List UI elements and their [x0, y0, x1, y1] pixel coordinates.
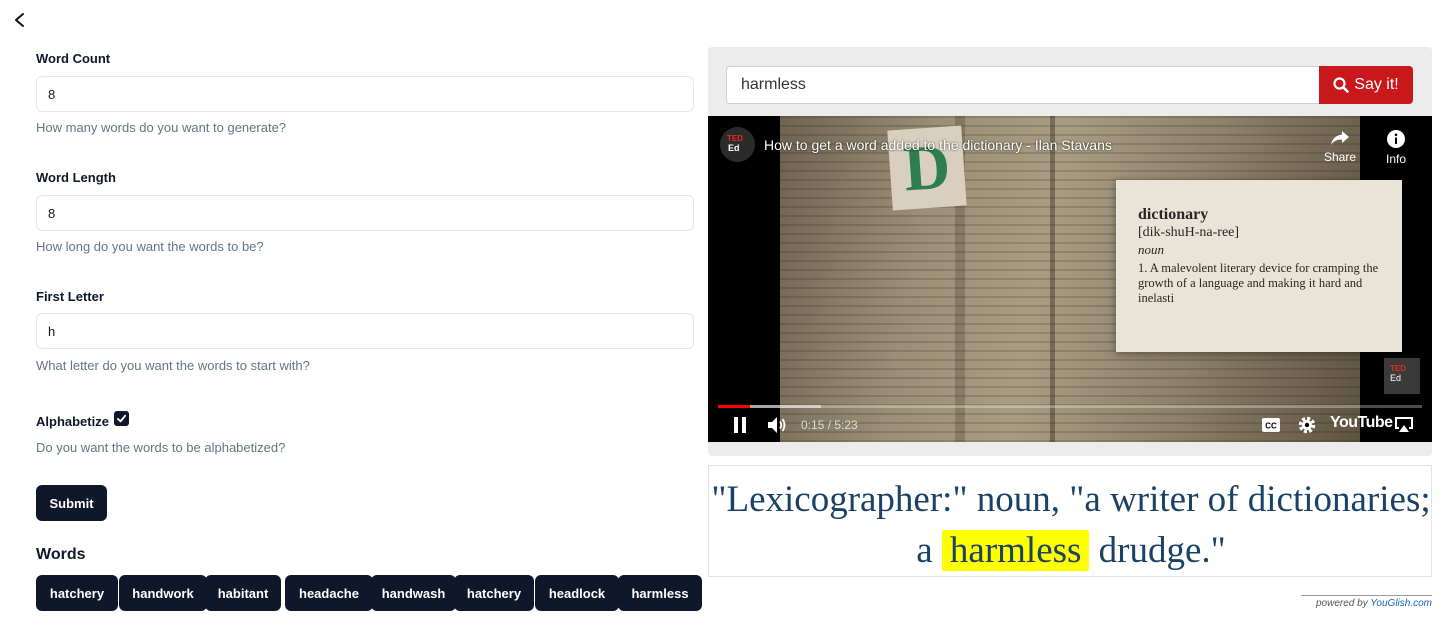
first-letter-help: What letter do you want the words to sta…	[36, 358, 310, 373]
youtube-logo[interactable]: YouTube	[1330, 414, 1393, 432]
video-progress-fill	[718, 405, 751, 408]
captions-button[interactable]: CC	[1259, 413, 1283, 437]
airplay-icon	[1395, 417, 1413, 432]
pause-button[interactable]	[728, 413, 752, 437]
word-chip[interactable]: hatchery	[454, 575, 534, 611]
video-title[interactable]: How to get a word added to the dictionar…	[764, 137, 1112, 153]
alphabetize-label: Alphabetize	[36, 414, 109, 429]
say-it-button[interactable]: Say it!	[1319, 66, 1413, 104]
caption-highlight: harmless	[941, 530, 1090, 571]
definition-part-of-speech: noun	[1138, 242, 1164, 257]
settings-icon	[1298, 416, 1316, 434]
volume-icon	[768, 417, 786, 433]
powered-prefix: powered by	[1316, 598, 1371, 609]
word-chip[interactable]: habitant	[205, 575, 281, 611]
video-frame: D dictionary [dik-shuH-na-ree] noun 1. A…	[780, 116, 1402, 442]
check-icon	[116, 414, 127, 423]
caption-box: "Lexicographer:" noun, "a writer of dict…	[708, 465, 1432, 577]
dictionary-gutter	[1050, 116, 1055, 442]
youglish-widget: Say it! D dictionary [dik-shuH-na-ree] n…	[708, 47, 1432, 456]
word-length-input[interactable]	[36, 195, 694, 231]
video-time: 0:15 / 5:23	[801, 418, 858, 432]
video-progress-bar[interactable]	[718, 405, 1422, 408]
settings-button[interactable]	[1295, 413, 1319, 437]
video-player[interactable]: D dictionary [dik-shuH-na-ree] noun 1. A…	[708, 116, 1432, 442]
alphabetize-checkbox[interactable]	[114, 411, 129, 426]
powered-by-youglish[interactable]: powered by YouGlish.com	[1301, 595, 1432, 609]
word-count-help: How many words do you want to generate?	[36, 120, 287, 135]
share-icon	[1331, 131, 1349, 145]
say-it-label: Say it!	[1354, 76, 1399, 93]
word-chip[interactable]: headlock	[535, 575, 619, 611]
caption-text: "Lexicographer:" noun, "a writer of dict…	[709, 474, 1433, 576]
ted-ed-watermark: TED Ed	[1384, 358, 1420, 394]
info-icon	[1387, 130, 1405, 148]
volume-button[interactable]	[765, 413, 789, 437]
word-length-help: How long do you want the words to be?	[36, 239, 264, 254]
word-chip[interactable]: handwork	[119, 575, 207, 611]
definition-word: dictionary	[1138, 206, 1209, 223]
channel-avatar[interactable]: TED Ed	[720, 127, 755, 162]
svg-text:CC: CC	[1265, 422, 1277, 431]
share-button[interactable]: Share	[1320, 129, 1360, 164]
first-letter-input[interactable]	[36, 313, 694, 349]
share-label: Share	[1323, 150, 1357, 164]
info-button[interactable]: Info	[1381, 129, 1411, 166]
first-letter-label: First Letter	[36, 289, 104, 304]
submit-button[interactable]: Submit	[36, 485, 107, 521]
word-count-label: Word Count	[36, 51, 111, 66]
word-chip[interactable]: hatchery	[36, 575, 118, 611]
word-count-input[interactable]	[36, 76, 694, 112]
search-icon	[1333, 77, 1350, 93]
watermark-top: TED	[1390, 364, 1406, 373]
words-title: Words	[36, 546, 86, 563]
channel-badge-bottom: Ed	[728, 143, 740, 153]
back-arrow-icon	[15, 13, 24, 27]
channel-badge-top: TED	[727, 134, 743, 143]
info-label: Info	[1385, 152, 1406, 166]
caption-after: drudge."	[1098, 530, 1226, 571]
definition-card: dictionary [dik-shuH-na-ree] noun 1. A m…	[1116, 180, 1402, 352]
captions-icon: CC	[1262, 418, 1280, 432]
word-chip[interactable]: harmless	[618, 575, 702, 611]
definition-pronunciation: [dik-shuH-na-ree]	[1138, 225, 1240, 240]
definition-text: 1. A malevolent literary device for cram…	[1138, 261, 1379, 305]
word-chip[interactable]: headache	[285, 575, 373, 611]
word-length-label: Word Length	[36, 170, 116, 185]
powered-brand: YouGlish.com	[1370, 598, 1432, 609]
pause-icon	[734, 417, 746, 433]
back-button[interactable]	[10, 10, 30, 30]
word-chip[interactable]: handwash	[371, 575, 456, 611]
youglish-search-input[interactable]	[726, 66, 1320, 104]
watermark-bottom: Ed	[1390, 373, 1402, 383]
alphabetize-help: Do you want the words to be alphabetized…	[36, 440, 286, 455]
airplay-button[interactable]	[1392, 413, 1416, 437]
